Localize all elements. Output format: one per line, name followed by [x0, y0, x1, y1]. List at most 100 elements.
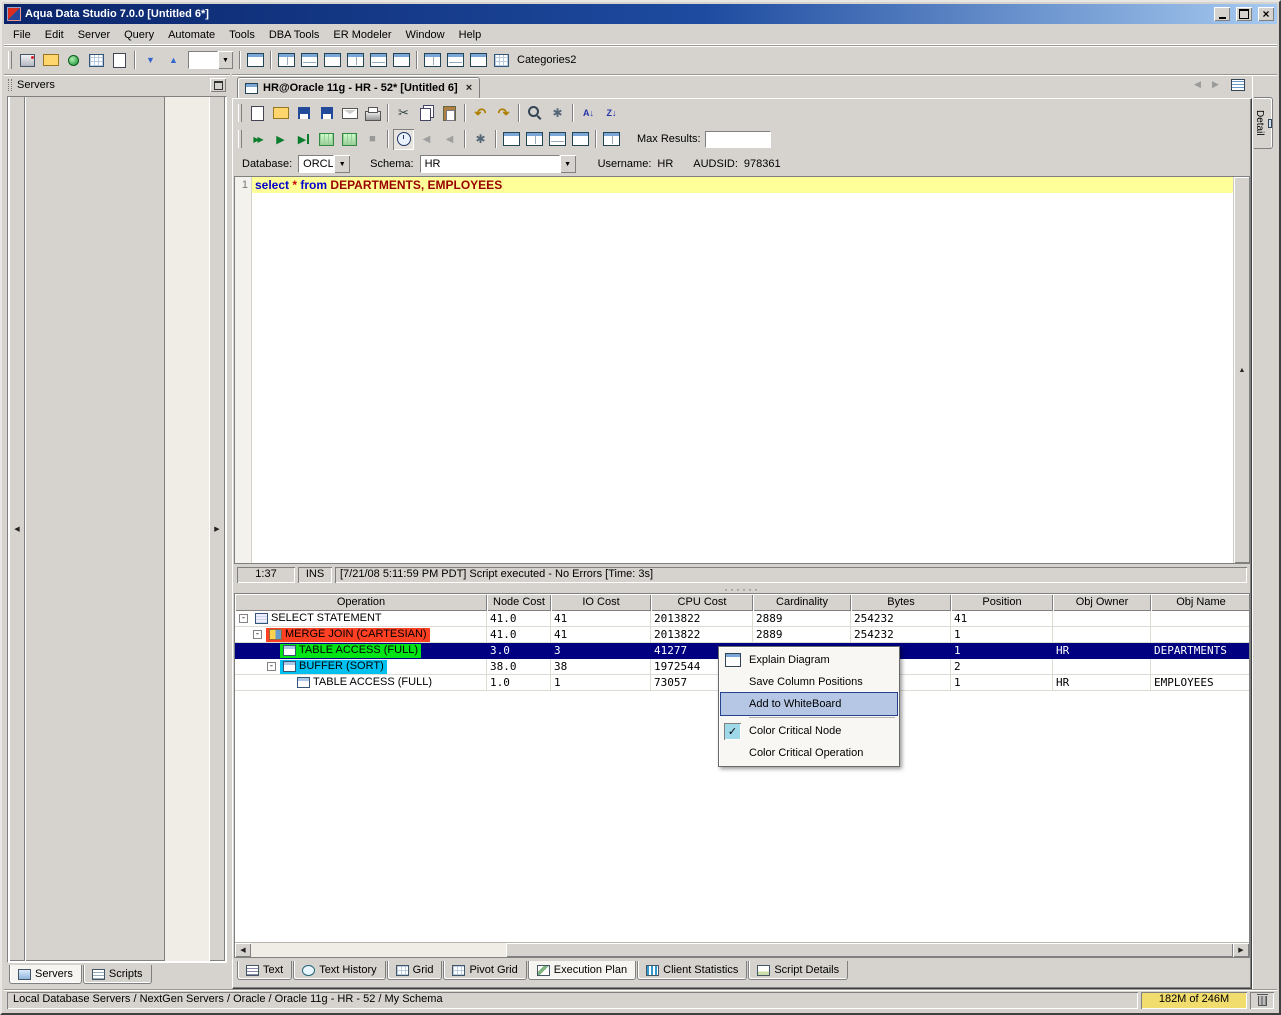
undo-icon[interactable] [470, 103, 491, 124]
menu-help[interactable]: Help [452, 26, 489, 44]
categories-label[interactable]: Categories2 [517, 54, 576, 66]
categories-icon[interactable] [491, 50, 512, 71]
garbage-collect-button[interactable] [1250, 992, 1274, 1009]
window-dock-icon[interactable] [468, 50, 489, 71]
menu-server[interactable]: Server [71, 26, 117, 44]
results-text-view-icon[interactable] [501, 129, 522, 150]
menu-edit[interactable]: Edit [38, 26, 71, 44]
sql-line[interactable]: select * from DEPARTMENTS, EMPLOYEES [252, 177, 1233, 193]
menu-tools[interactable]: Tools [222, 26, 262, 44]
schema-value[interactable]: HR [419, 155, 560, 173]
email-results-icon[interactable] [339, 103, 360, 124]
column-header-position[interactable]: Position [951, 594, 1053, 611]
schema-select[interactable]: HR ▼ [419, 155, 576, 173]
results-window-icon[interactable] [601, 129, 622, 150]
context-menu-item-add-to-whiteboard[interactable]: Add to WhiteBoard [720, 692, 898, 716]
new-script-icon[interactable] [247, 103, 268, 124]
panel-tab-servers[interactable]: Servers [9, 965, 82, 984]
save-all-icon[interactable] [316, 103, 337, 124]
column-header-bytes[interactable]: Bytes [851, 594, 951, 611]
window-float-icon[interactable] [445, 50, 466, 71]
toolbar-combo-value[interactable] [188, 51, 218, 69]
context-menu-item-color-critical-operation[interactable]: Color Critical Operation [721, 742, 897, 764]
document-tab[interactable]: HR@Oracle 11g - HR - 52* [Untitled 6] × [237, 77, 481, 98]
panel-grip[interactable] [8, 79, 12, 91]
scroll-thumb[interactable] [506, 943, 1233, 957]
column-header-cpu-cost[interactable]: CPU Cost [651, 594, 753, 611]
scroll-thumb[interactable] [25, 97, 165, 961]
expander-minus-icon[interactable]: - [267, 662, 276, 671]
results-plan-view-icon[interactable] [570, 129, 591, 150]
plan-row-select-statement[interactable]: - SELECT STATEMENT 41.0 41 2013822 2889 254232… [235, 611, 1249, 627]
query-options-icon[interactable] [470, 129, 491, 150]
new-query-window-icon[interactable] [109, 50, 130, 71]
results-grid-view-icon[interactable] [524, 129, 545, 150]
chevron-down-icon[interactable]: ▼ [218, 51, 233, 69]
server-group-icon[interactable] [40, 50, 61, 71]
export-icon[interactable] [163, 50, 184, 71]
layout-split-horizontal-icon[interactable] [299, 50, 320, 71]
context-menu-item-explain-diagram[interactable]: Explain Diagram [721, 649, 897, 671]
tree-horizontal-scrollbar[interactable]: ◀ ▶ [9, 97, 225, 961]
auto-commit-icon[interactable] [393, 128, 414, 150]
copy-icon[interactable] [416, 103, 437, 124]
import-icon[interactable] [140, 50, 161, 71]
grid-horizontal-scrollbar[interactable]: ◀ ▶ [235, 942, 1249, 957]
expander-minus-icon[interactable]: - [239, 614, 248, 623]
context-menu-item-color-critical-node[interactable]: ✓ Color Critical Node [721, 720, 897, 742]
maximize-icon[interactable] [1236, 7, 1252, 21]
result-tab-grid[interactable]: Grid [386, 961, 443, 980]
result-tab-text[interactable]: Text [237, 961, 293, 980]
context-menu-item-save-column-positions[interactable]: Save Column Positions [721, 671, 897, 693]
print-icon[interactable] [362, 103, 383, 124]
layout-tabbed-icon[interactable] [322, 50, 343, 71]
schema-browser-icon[interactable] [86, 50, 107, 71]
layout-split-vertical-icon[interactable] [276, 50, 297, 71]
result-tab-script-details[interactable]: Script Details [748, 961, 849, 980]
layout-grid-icon[interactable] [345, 50, 366, 71]
result-tab-client-statistics[interactable]: Client Statistics [637, 961, 748, 980]
column-header-io-cost[interactable]: IO Cost [551, 594, 651, 611]
chevron-down-icon[interactable]: ▼ [334, 155, 351, 173]
close-tab-icon[interactable]: × [466, 82, 472, 94]
splitter-handle[interactable] [234, 585, 1250, 593]
next-tab-icon[interactable]: ▶ [1208, 77, 1223, 92]
scroll-track[interactable] [25, 97, 209, 961]
detail-tab[interactable]: Detail [1254, 97, 1273, 149]
panel-tab-scripts[interactable]: Scripts [82, 965, 152, 984]
column-header-node-cost[interactable]: Node Cost [487, 594, 551, 611]
layout-cascade-icon[interactable] [368, 50, 389, 71]
scroll-right-icon[interactable]: ▶ [209, 97, 225, 961]
execute-explain-icon[interactable] [339, 129, 360, 150]
scroll-left-icon[interactable]: ◀ [235, 943, 251, 957]
column-header-cardinality[interactable]: Cardinality [753, 594, 851, 611]
minimize-icon[interactable] [1214, 7, 1230, 21]
redo-icon[interactable] [493, 103, 514, 124]
scroll-track[interactable] [251, 943, 1233, 957]
result-tab-pivot-grid[interactable]: Pivot Grid [443, 961, 527, 980]
database-value[interactable]: ORCL [298, 155, 335, 173]
float-panel-icon[interactable] [210, 78, 226, 92]
execute-icon[interactable] [270, 129, 291, 150]
close-icon[interactable] [1258, 7, 1274, 21]
rollback-icon[interactable] [416, 129, 437, 150]
sql-editor[interactable]: 1 select * from DEPARTMENTS, EMPLOYEES ▲… [234, 176, 1250, 564]
previous-tab-icon[interactable]: ◀ [1190, 77, 1205, 92]
window-new-icon[interactable] [422, 50, 443, 71]
scroll-left-icon[interactable]: ◀ [9, 97, 25, 961]
connect-server-icon[interactable] [63, 50, 84, 71]
sort-ascending-icon[interactable] [578, 103, 599, 124]
execute-all-icon[interactable] [247, 129, 268, 150]
execute-edit-icon[interactable] [316, 129, 337, 150]
column-header-operation[interactable]: Operation [235, 594, 487, 611]
menu-file[interactable]: File [6, 26, 38, 44]
results-pivot-view-icon[interactable] [547, 129, 568, 150]
execute-to-cursor-icon[interactable] [293, 129, 314, 150]
open-script-icon[interactable] [270, 103, 291, 124]
menu-automate[interactable]: Automate [161, 26, 222, 44]
sort-descending-icon[interactable] [601, 103, 622, 124]
plan-row-merge-join-cartesian[interactable]: - MERGE JOIN (CARTESIAN) 41.0 41 2013822 2889… [235, 627, 1249, 643]
stop-icon[interactable] [362, 129, 383, 150]
toolbar-grip[interactable] [8, 51, 12, 69]
menu-query[interactable]: Query [117, 26, 161, 44]
